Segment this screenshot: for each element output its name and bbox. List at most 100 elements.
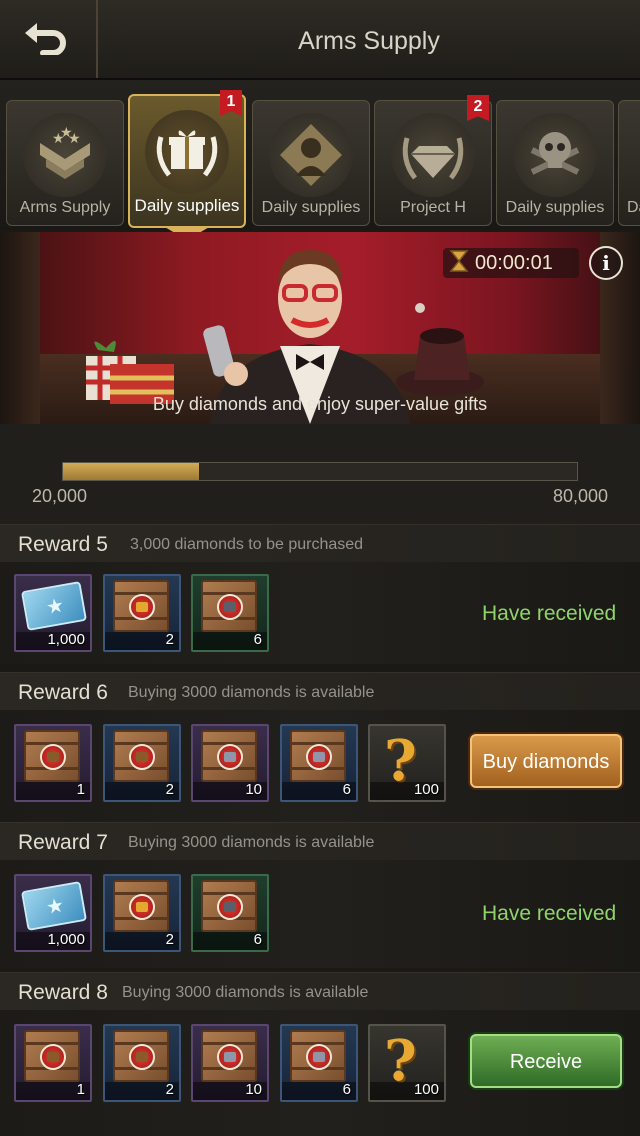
tab-label: Da [627, 199, 640, 216]
item-count: 100 [413, 781, 439, 798]
receive-button[interactable]: Receive [470, 1034, 622, 1088]
reward-item-crate[interactable]: 6 [191, 874, 269, 952]
reward-condition: Buying 3000 diamonds is available [128, 834, 375, 851]
reward-header: Reward 7 Buying 3000 diamonds is availab… [0, 822, 640, 860]
notification-badge: 2 [467, 95, 489, 121]
item-count: 1 [76, 781, 85, 798]
reward-item-ticket[interactable]: 1,000 [14, 574, 92, 652]
item-count: 2 [165, 1081, 174, 1098]
item-count: 2 [165, 781, 174, 798]
item-count: 6 [253, 631, 262, 648]
tab-daily-supplies-2[interactable]: Daily supplies [252, 100, 370, 226]
svg-text:★: ★ [68, 130, 81, 146]
item-count: 1 [76, 1081, 85, 1098]
item-count: 6 [253, 931, 262, 948]
tab-label: Arms Supply [19, 199, 111, 216]
wood-crate-icon [113, 730, 169, 782]
reward-items: 1,000 2 6 Have received [0, 860, 640, 968]
tab-label: Daily supplies [505, 199, 605, 216]
reward-item-crate[interactable]: 6 [191, 574, 269, 652]
countdown-timer: 00:00:01 [443, 248, 579, 278]
ticket-icon [20, 581, 88, 631]
reward-condition: 3,000 diamonds to be purchased [130, 536, 364, 553]
reward-items: 1 2 10 6 ? 100 Buy diamonds [0, 710, 640, 822]
reward-item-crate[interactable]: 2 [103, 574, 181, 652]
progress-max-label: 80,000 [552, 486, 608, 506]
item-count: 2 [165, 631, 174, 648]
tab-partial[interactable]: Da [618, 100, 640, 226]
reward-item-mystery[interactable]: ? 100 [368, 1024, 446, 1102]
reward-title: Reward 7 [18, 831, 108, 854]
steel-crate-icon [201, 730, 257, 782]
progress-fill [63, 463, 199, 480]
reward-item-crate[interactable]: 10 [191, 724, 269, 802]
wood-crate-icon [113, 1030, 169, 1082]
reward-item-mystery[interactable]: ? 100 [368, 724, 446, 802]
wheat-crate-icon [113, 580, 169, 632]
reward-title: Reward 8 [18, 981, 108, 1004]
tab-daily-supplies-3[interactable]: Daily supplies [496, 100, 614, 226]
back-arrow-icon [23, 19, 73, 60]
item-count: 1,000 [47, 931, 85, 948]
tab-daily-supplies-1[interactable]: 1 Daily supplies [128, 90, 246, 228]
tab-label: Daily supplies [134, 196, 240, 215]
tab-label: Project H [400, 199, 466, 216]
item-count: 10 [245, 1081, 262, 1098]
reward-item-crate[interactable]: 2 [103, 1024, 181, 1102]
reward-title: Reward 6 [18, 681, 108, 704]
progress-bar [62, 462, 578, 481]
received-status: Have received [482, 602, 617, 625]
item-count: 100 [413, 1081, 439, 1098]
reward-title: Reward 5 [18, 533, 108, 556]
reward-item-crate[interactable]: 1 [14, 1024, 92, 1102]
tab-label: Daily supplies [261, 199, 361, 216]
reward-items: 1 2 10 6 ? 100 Receive [0, 1010, 640, 1136]
reward-item-crate[interactable]: 6 [280, 1024, 358, 1102]
ticket-icon [20, 881, 88, 931]
reward-items: 1,000 2 6 Have received [0, 562, 640, 664]
machine-crate-icon [201, 580, 257, 632]
info-button[interactable]: i [589, 246, 623, 280]
page-title: Arms Supply [298, 27, 440, 55]
wood-crate-icon [24, 730, 80, 782]
reward-item-crate[interactable]: 2 [103, 874, 181, 952]
item-count: 2 [165, 931, 174, 948]
category-tabs: ★ ★ ★ Arms Supply 1 Daily supplies Daily… [0, 80, 640, 230]
tab-arms-supply[interactable]: ★ ★ ★ Arms Supply [6, 100, 124, 226]
reward-header: Reward 8 Buying 3000 diamonds is availab… [0, 972, 640, 1010]
progress-section: 20,000 80,000 [0, 424, 640, 524]
promo-banner: 00:00:01 i Buy diamonds and enjoy super-… [0, 232, 640, 424]
item-count: 6 [342, 781, 351, 798]
machine-crate-icon [201, 880, 257, 932]
reward-item-crate[interactable]: 1 [14, 724, 92, 802]
back-button[interactable] [0, 0, 98, 78]
top-hat-icon [396, 303, 484, 396]
buy-diamonds-button[interactable]: Buy diamonds [470, 734, 622, 788]
item-count: 1,000 [47, 631, 85, 648]
wood-crate-icon [24, 1030, 80, 1082]
header: Arms Supply [0, 0, 640, 80]
steel-crate-icon [290, 730, 346, 782]
steel-crate-icon [290, 1030, 346, 1082]
reward-header: Reward 5 3,000 diamonds to be purchased [0, 524, 640, 562]
soldier-silhouette-icon [269, 113, 353, 197]
progress-min-label: 20,000 [32, 486, 88, 506]
reward-item-crate[interactable]: 6 [280, 724, 358, 802]
reward-item-crate[interactable]: 10 [191, 1024, 269, 1102]
tab-project-h[interactable]: 2 Project H [374, 95, 492, 226]
reward-item-crate[interactable]: 2 [103, 724, 181, 802]
banner-caption: Buy diamonds and enjoy super-value gifts [152, 394, 488, 414]
reward-condition: Buying 3000 diamonds is available [122, 984, 369, 1001]
reward-section-8: Reward 8 Buying 3000 diamonds is availab… [0, 972, 640, 1136]
rank-chevron-icon: ★ ★ ★ [23, 113, 107, 197]
reward-header: Reward 6 Buying 3000 diamonds is availab… [0, 672, 640, 710]
steel-crate-icon [201, 1030, 257, 1082]
wheat-crate-icon [113, 880, 169, 932]
reward-section-7: Reward 7 Buying 3000 diamonds is availab… [0, 822, 640, 968]
reward-item-ticket[interactable]: 1,000 [14, 874, 92, 952]
skull-crossbones-icon [513, 113, 597, 197]
item-count: 10 [245, 781, 262, 798]
reward-section-5: Reward 5 3,000 diamonds to be purchased … [0, 524, 640, 664]
reward-condition: Buying 3000 diamonds is available [128, 684, 375, 701]
notification-badge: 1 [220, 90, 242, 116]
